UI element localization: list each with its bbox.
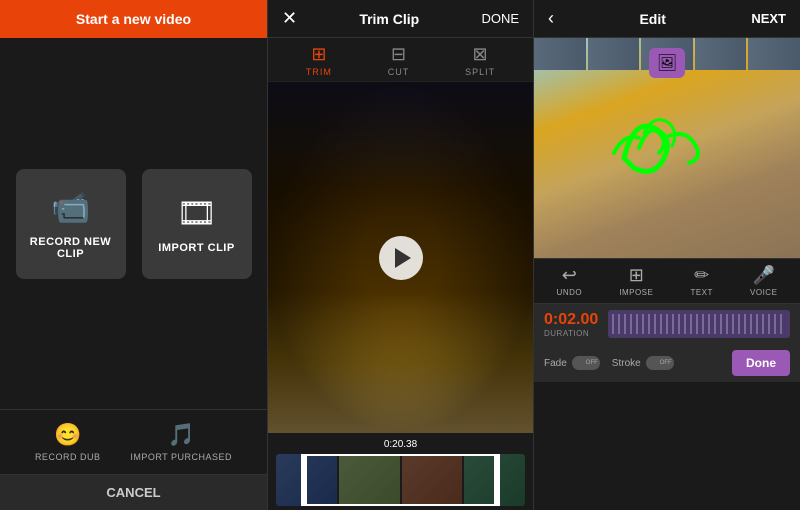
- stroke-toggle[interactable]: [646, 356, 674, 370]
- music-icon: 🎵: [167, 422, 194, 448]
- record-new-clip-button[interactable]: 📹 RECORD NEW CLIP: [16, 169, 126, 279]
- panel-new-video: Start a new video 📹 RECORD NEW CLIP 🎞 IM…: [0, 0, 267, 510]
- timeline-area: 0:20.38: [268, 433, 533, 510]
- trim-handle-left[interactable]: [301, 454, 307, 506]
- duration-bar: 0:02.00 DURATION: [534, 304, 800, 344]
- text-tool[interactable]: ✏ TEXT: [690, 265, 712, 297]
- video-camera-icon: 📹: [51, 188, 91, 226]
- panel1-main: 📹 RECORD NEW CLIP 🎞 IMPORT CLIP: [0, 38, 267, 409]
- import-btn-label: IMPORT CLIP: [158, 242, 234, 254]
- voice-icon: 🎤: [753, 265, 775, 286]
- film-roll-icon: 🎞: [176, 194, 217, 232]
- thumb-2: [339, 454, 400, 506]
- import-purchased-button[interactable]: 🎵 IMPORT PURCHASED: [130, 422, 232, 462]
- record-btn-label: RECORD NEW CLIP: [16, 236, 126, 260]
- voice-tool[interactable]: 🎤 VOICE: [750, 265, 777, 297]
- trim-icon: ⊞: [311, 44, 326, 65]
- waveform-display: [608, 310, 790, 338]
- edit-video-area: [534, 38, 800, 258]
- cancel-button[interactable]: CANCEL: [0, 474, 267, 510]
- next-button[interactable]: NEXT: [751, 11, 786, 26]
- undo-tool[interactable]: ↩ UNDO: [557, 265, 583, 297]
- panel1-header: Start a new video: [0, 0, 267, 38]
- edit-toolbar: ↩ UNDO ⊞ IMPOSE ✏ TEXT 🎤 VOICE: [534, 258, 800, 304]
- fade-toggle-group: Fade: [544, 356, 600, 370]
- panel-trim-clip: ✕ Trim Clip DONE ⊞ TRIM ⊟ CUT ⊠ SPLIT 0:…: [267, 0, 534, 510]
- record-dub-label: RECORD DUB: [35, 452, 101, 462]
- tab-trim[interactable]: ⊞ TRIM: [306, 44, 332, 77]
- done-button[interactable]: Done: [732, 350, 790, 376]
- fade-toggle[interactable]: [572, 356, 600, 370]
- sticker-overlay[interactable]: [649, 48, 685, 78]
- impose-icon: ⊞: [629, 265, 644, 286]
- back-button[interactable]: ‹: [548, 8, 554, 29]
- panel2-header: ✕ Trim Clip DONE: [268, 0, 533, 38]
- trim-handle-right[interactable]: [494, 454, 500, 506]
- panel2-done-button[interactable]: DONE: [481, 11, 519, 26]
- trim-tabs: ⊞ TRIM ⊟ CUT ⊠ SPLIT: [268, 38, 533, 82]
- close-button[interactable]: ✕: [282, 8, 297, 29]
- bottom-controls: Fade Stroke Done: [534, 344, 800, 382]
- undo-icon: ↩: [562, 265, 577, 286]
- video-preview[interactable]: [268, 82, 533, 433]
- import-purchased-label: IMPORT PURCHASED: [130, 452, 232, 462]
- panel3-title: Edit: [639, 11, 665, 27]
- panel1-title: Start a new video: [76, 11, 191, 27]
- timeline-timestamp: 0:20.38: [276, 439, 525, 450]
- stroke-label: Stroke: [612, 358, 641, 369]
- tab-cut[interactable]: ⊟ CUT: [388, 44, 410, 77]
- panel-edit: ‹ Edit NEXT ↩ UNDO ⊞: [534, 0, 800, 510]
- text-icon: ✏: [694, 265, 709, 286]
- panel1-bottom: 😊 RECORD DUB 🎵 IMPORT PURCHASED: [0, 409, 267, 474]
- duration-time-block: 0:02.00 DURATION: [544, 311, 598, 338]
- panel3-header: ‹ Edit NEXT: [534, 0, 800, 38]
- stroke-toggle-group: Stroke: [612, 356, 674, 370]
- cut-icon: ⊟: [391, 44, 406, 65]
- dub-icon: 😊: [54, 422, 81, 448]
- duration-time: 0:02.00: [544, 311, 598, 328]
- timeline-track[interactable]: [276, 454, 525, 506]
- duration-label: DURATION: [544, 329, 598, 338]
- split-icon: ⊠: [473, 44, 488, 65]
- thumb-3: [402, 454, 463, 506]
- impose-tool[interactable]: ⊞ IMPOSE: [619, 265, 653, 297]
- fade-label: Fade: [544, 358, 567, 369]
- action-buttons-row: 📹 RECORD NEW CLIP 🎞 IMPORT CLIP: [16, 169, 252, 279]
- panel2-title: Trim Clip: [359, 11, 419, 27]
- import-clip-button[interactable]: 🎞 IMPORT CLIP: [142, 169, 252, 279]
- play-button[interactable]: [379, 236, 423, 280]
- tab-split[interactable]: ⊠ SPLIT: [465, 44, 495, 77]
- record-dub-button[interactable]: 😊 RECORD DUB: [35, 422, 101, 462]
